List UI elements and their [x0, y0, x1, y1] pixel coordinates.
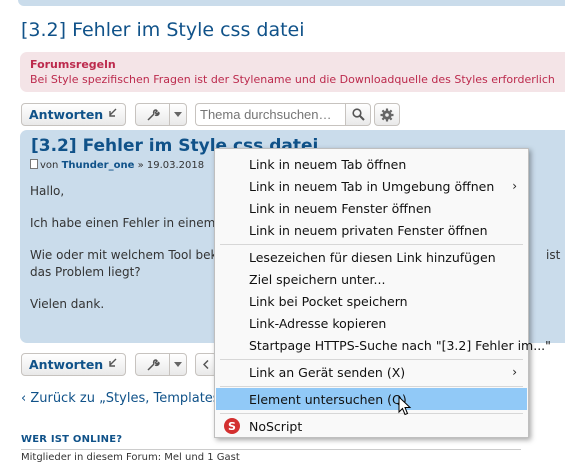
menu-separator: [220, 359, 523, 360]
caret-down-icon: [169, 104, 186, 125]
back-to-forum-link[interactable]: ‹ Zurück zu „Styles, Templates: [21, 391, 220, 406]
menu-item-label: Startpage HTTPS-Suche nach "[3.2] Fehler…: [249, 337, 551, 353]
menu-item-label: Link in neuem Tab öffnen: [249, 156, 407, 172]
reply-arrow-icon: [108, 108, 118, 121]
who-is-online-heading: WER IST ONLINE?: [21, 434, 123, 445]
menu-separator: [220, 244, 523, 245]
noscript-s-icon: S: [224, 418, 240, 434]
gear-icon: [380, 108, 394, 121]
menu-item-startpage-search[interactable]: Startpage HTTPS-Suche nach "[3.2] Fehler…: [216, 334, 551, 356]
post-document-icon: [30, 159, 38, 169]
post-paragraph-2-tail: ist bz: [546, 248, 565, 262]
wrench-icon: [136, 104, 169, 125]
wrench-icon: [136, 354, 169, 375]
reply-button-label: Antworten: [29, 107, 104, 122]
post-date: » 19.03.2018: [137, 160, 205, 171]
menu-item-bookmark-link[interactable]: Lesezeichen für diesen Link hinzufügen: [216, 246, 527, 268]
menu-item-label: Link an Gerät senden (X): [249, 364, 406, 380]
reply-button-label: Antworten: [29, 357, 104, 372]
magnifier-icon: [351, 108, 365, 121]
post-paragraph-2-line-2: das Problem liegt?: [30, 265, 141, 279]
menu-item-label: Link bei Pocket speichern: [249, 293, 408, 309]
menu-item-label: Link in neuem Fenster öffnen: [249, 200, 432, 216]
search-button[interactable]: [345, 103, 371, 126]
who-is-online-divider: [21, 449, 521, 450]
menu-item-noscript[interactable]: S NoScript: [216, 415, 527, 437]
menu-item-inspect-element[interactable]: Element untersuchen (Q): [216, 388, 527, 410]
rules-text: Bei Style spezifischen Fragen ist der St…: [30, 73, 555, 86]
post-meta-prefix: von: [40, 160, 59, 171]
search-input[interactable]: [195, 103, 345, 126]
menu-separator: [220, 386, 523, 387]
menu-item-label: Element untersuchen (Q): [249, 391, 407, 407]
menu-item-open-new-window[interactable]: Link in neuem Fenster öffnen: [216, 197, 527, 219]
chevron-right-icon: ›: [512, 365, 517, 379]
menu-item-label: Link in neuem Tab in Umgebung öffnen: [249, 178, 495, 194]
chevron-left-icon: [196, 354, 216, 375]
menu-item-label: Link-Adresse kopieren: [249, 315, 387, 331]
menu-item-save-to-pocket[interactable]: Link bei Pocket speichern: [216, 290, 527, 312]
menu-item-label: Lesezeichen für diesen Link hinzufügen: [249, 249, 496, 265]
caret-down-icon: [169, 354, 186, 375]
reply-button-bottom[interactable]: Antworten: [21, 353, 127, 376]
reply-button-top[interactable]: Antworten: [21, 103, 127, 126]
menu-item-save-target[interactable]: Ziel speichern unter...: [216, 268, 527, 290]
context-menu: Link in neuem Tab öffnen Link in neuem T…: [214, 148, 551, 438]
menu-separator: [220, 413, 523, 414]
reply-arrow-icon: [108, 358, 118, 371]
menu-item-label: NoScript: [249, 418, 303, 434]
menu-item-send-to-device[interactable]: Link an Gerät senden (X) ›: [216, 361, 527, 383]
mouse-pointer-icon: [398, 396, 412, 416]
menu-item-open-new-tab[interactable]: Link in neuem Tab öffnen: [216, 153, 527, 175]
top-panel-edge: [18, 0, 565, 6]
tools-dropdown-bottom[interactable]: [135, 353, 187, 376]
menu-item-copy-link[interactable]: Link-Adresse kopieren: [216, 312, 527, 334]
tools-dropdown-top[interactable]: [135, 103, 187, 126]
rules-title: Forumsregeln: [30, 58, 116, 71]
menu-item-label: Ziel speichern unter...: [249, 271, 386, 287]
who-is-online-text: Mitglieder in diesem Forum: Mel und 1 Ga…: [21, 452, 240, 463]
forum-rules-box: Forumsregeln Bei Style spezifischen Frag…: [20, 52, 565, 92]
chevron-right-icon: ›: [512, 179, 517, 193]
advanced-search-button[interactable]: [374, 103, 400, 126]
post-paragraph-2-line-1: Wie oder mit welchem Tool bek: [30, 248, 218, 262]
menu-item-open-private-window[interactable]: Link in neuem privaten Fenster öffnen: [216, 219, 527, 241]
post-author-link[interactable]: Thunder_one: [62, 160, 135, 171]
menu-item-label: Link in neuem privaten Fenster öffnen: [249, 222, 488, 238]
page-title[interactable]: [3.2] Fehler im Style css datei: [21, 19, 305, 41]
menu-item-open-in-container-tab[interactable]: Link in neuem Tab in Umgebung öffnen ›: [216, 175, 527, 197]
